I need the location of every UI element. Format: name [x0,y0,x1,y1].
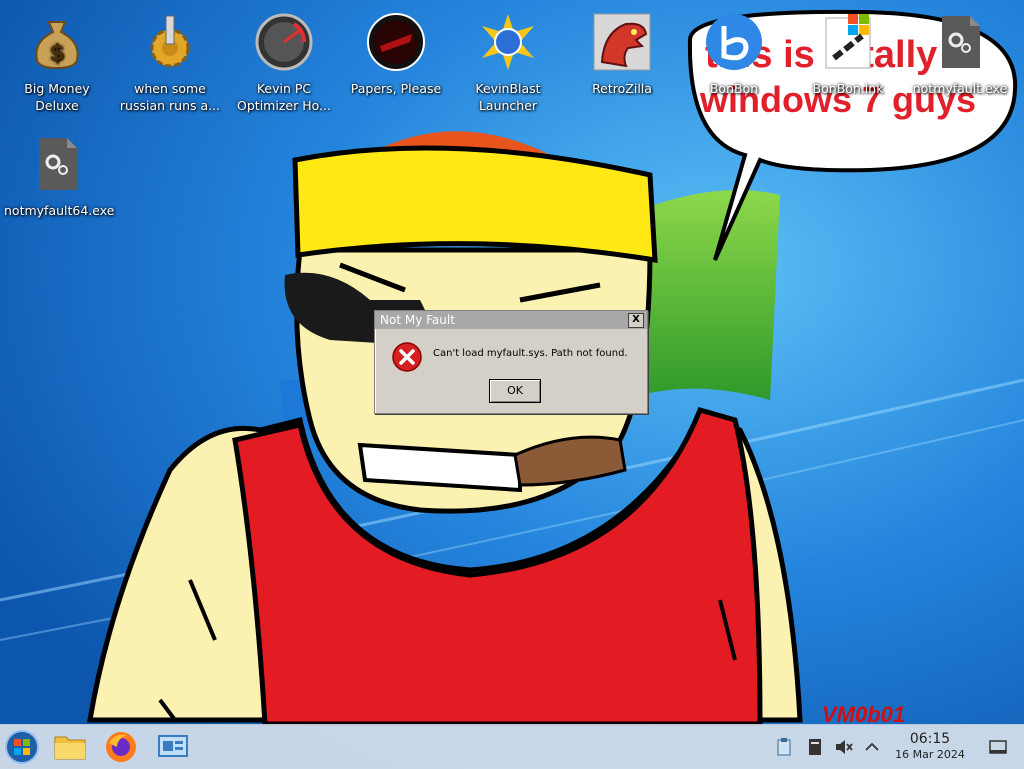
desktop-icon-label: Kevin PC Optimizer Ho... [237,81,331,113]
desktop-icon-label: Big Money Deluxe [24,81,90,113]
speedometer-icon [255,13,313,71]
taskbar [0,724,1024,769]
desktop-icon-papers-please[interactable]: Papers, Please [341,6,451,97]
desktop-icon-label: KevinBlast Launcher [475,81,541,113]
desktop-icon-kevinblast-launcher[interactable]: KevinBlast Launcher [453,6,563,114]
desktop-icon-label: BonBon.lnk [812,81,884,96]
desktop-icon-russian[interactable]: when some russian runs a... [115,6,225,114]
desktop-icon-bonbon[interactable]: BonBon [679,6,789,97]
desktop-icon-big-money-deluxe[interactable]: $ Big Money Deluxe [2,6,112,114]
dialog-titlebar[interactable]: Not My Fault X [375,311,647,329]
error-icon [392,342,422,372]
desktop-icon-label: notmyfault.exe [912,81,1008,96]
shortcut-link-icon [825,14,871,69]
svg-text:$: $ [49,41,64,66]
desktop-icon-label: Papers, Please [350,81,442,96]
close-button[interactable]: X [628,313,644,328]
clipboard-icon[interactable] [774,737,794,757]
clock-date[interactable]: 16 Mar 2024 [880,748,980,761]
ok-button[interactable]: OK [489,379,541,403]
desktop-icon-retrozilla[interactable]: RetroZilla [567,6,677,97]
papers-please-icon [367,13,425,71]
gear-icon [150,15,190,68]
desktop-icon-label: RetroZilla [592,81,652,96]
control-panel-icon[interactable] [155,729,191,765]
money-bag-icon: $ [35,21,79,70]
chevron-up-icon[interactable] [862,737,882,757]
dinosaur-icon [593,13,651,71]
dialog-title: Not My Fault [380,313,455,327]
dialog-message: Can't load myfault.sys. Path not found. [433,348,628,359]
exe-file-icon [942,16,980,68]
desktop-icon-label: notmyfault64.exe [4,203,115,218]
start-orb-icon[interactable] [4,729,40,765]
firefox-icon[interactable] [103,729,139,765]
volume-muted-icon[interactable] [834,737,854,757]
bonbon-logo-icon [706,14,762,70]
desktop-icon-kevin-pc-optimizer[interactable]: Kevin PC Optimizer Ho... [229,6,339,114]
desktop-icon-label: BonBon [709,81,759,96]
desktop-icon-label: when some russian runs a... [119,81,221,113]
desktop-icon-notmyfault64[interactable]: notmyfault64.exe [2,128,115,219]
error-dialog: Not My Fault X Can't load myfault.sys. P… [374,310,648,414]
exe-file-icon [39,138,77,190]
desktop-icon-bonbon-lnk[interactable]: BonBon.lnk [793,6,903,97]
starburst-icon [482,14,534,70]
file-explorer-icon[interactable] [52,729,88,765]
desktop-icon-notmyfault[interactable]: notmyfault.exe [905,6,1015,97]
storage-icon[interactable] [805,737,825,757]
show-desktop-icon[interactable] [988,737,1008,757]
clock-time[interactable]: 06:15 [880,731,980,747]
